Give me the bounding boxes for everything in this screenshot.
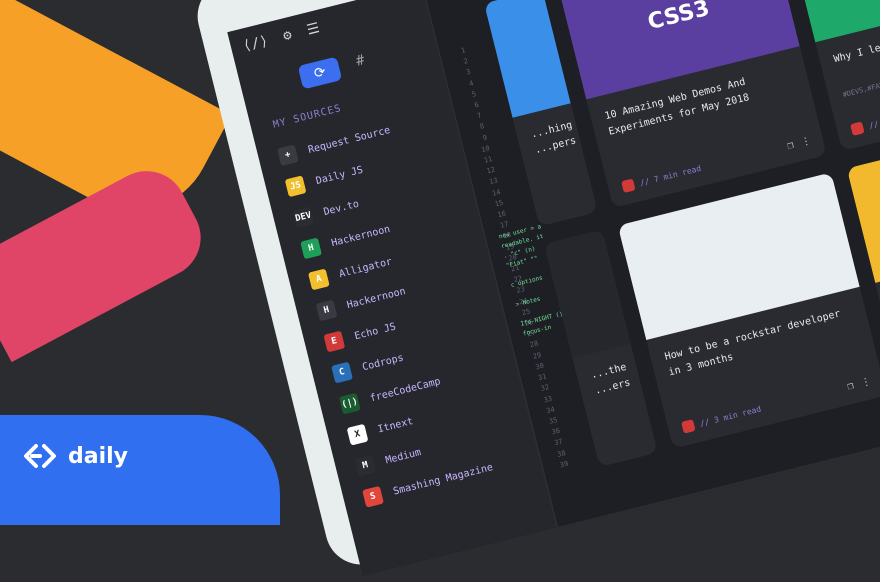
source-icon: H xyxy=(300,237,323,260)
source-icon: + xyxy=(276,144,299,167)
article-title[interactable]: ...hing ...pers xyxy=(529,120,577,159)
read-time: // 7 min read xyxy=(638,163,702,188)
source-icon: A xyxy=(307,268,330,291)
source-label: Hackernoon xyxy=(330,223,392,249)
more-icon[interactable]: ⋮ xyxy=(860,376,872,389)
source-label: Dev.to xyxy=(322,198,361,218)
brand-logo: daily xyxy=(22,442,128,470)
settings-icon[interactable]: ⚙ xyxy=(281,27,293,45)
article-card[interactable]: How to be a rockstar developer in 3 mont… xyxy=(617,172,880,449)
source-label: Echo JS xyxy=(353,320,397,342)
source-avatar xyxy=(850,121,865,136)
article-meta: // 7 min read xyxy=(621,162,702,194)
article-tags[interactable]: #DEVS,#FAVORITE xyxy=(842,76,880,99)
menu-icon[interactable]: ☰ xyxy=(305,20,321,39)
read-time: // 3 min read xyxy=(867,106,880,131)
source-icon: H xyxy=(315,299,338,322)
code-marker: */ xyxy=(448,0,461,1)
source-icon: X xyxy=(346,423,369,446)
source-icon: JS xyxy=(284,175,307,198)
filter-button[interactable]: ⟳ xyxy=(297,56,343,90)
article-badge: CSS3 xyxy=(645,0,713,36)
filter-icon: ⟳ xyxy=(312,63,328,83)
bookmark-icon[interactable]: ❒ xyxy=(846,380,855,392)
read-time: // 3 min read xyxy=(698,403,762,428)
blue-shape xyxy=(0,415,280,525)
brand-name: daily xyxy=(68,443,129,469)
article-title[interactable]: ...the ...ers xyxy=(589,360,632,399)
source-avatar xyxy=(681,419,696,434)
article-image: V xyxy=(786,0,880,43)
article-meta: // 3 min read xyxy=(850,105,880,136)
source-label: Hackernoon xyxy=(345,285,407,311)
source-icon: M xyxy=(354,454,377,477)
source-label: Codrops xyxy=(361,351,405,373)
source-label: Itnext xyxy=(376,415,415,435)
more-icon[interactable]: ⋮ xyxy=(800,135,812,148)
card-actions: ❒ ⋮ xyxy=(786,135,812,151)
tags-tab[interactable]: # xyxy=(354,52,366,70)
bookmark-icon[interactable]: ❒ xyxy=(786,140,795,152)
source-icon: S xyxy=(362,485,384,508)
daily-logo-icon[interactable]: ⟨/⟩ xyxy=(241,33,269,55)
sidebar-topbar: ⟨/⟩ ⚙ ☰ xyxy=(241,20,321,54)
source-label: Alligator xyxy=(337,255,394,280)
source-icon: DEV xyxy=(292,206,315,229)
tablet-device: ⟨/⟩ ⚙ ☰ ⟳ # MY SOURCES + Request Source JS… xyxy=(190,0,880,576)
card-actions: ❒ ⋮ xyxy=(846,376,872,392)
source-icon: (|) xyxy=(338,392,361,415)
daily-logo-icon xyxy=(24,444,56,468)
article-card[interactable]: CSS3 10 Amazing Web Demos And Experiments… xyxy=(557,0,827,209)
source-label: Medium xyxy=(384,446,423,466)
article-meta: // 3 min read xyxy=(681,403,762,434)
source-icon: E xyxy=(323,330,346,353)
source-icon: C xyxy=(331,361,353,384)
source-label: Daily JS xyxy=(314,164,365,187)
source-avatar xyxy=(621,178,636,194)
